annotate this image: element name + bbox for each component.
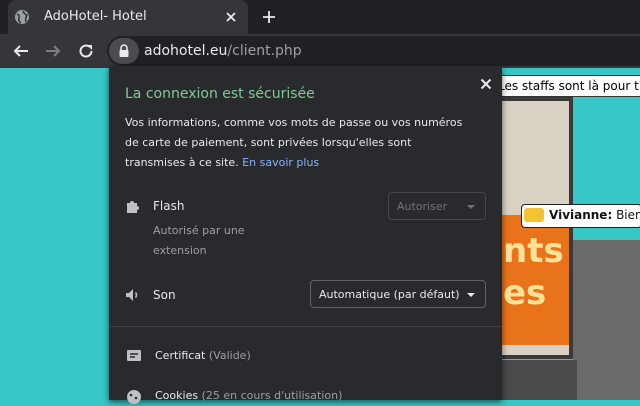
chevron-down-icon xyxy=(467,293,475,297)
chevron-down-icon xyxy=(467,205,475,209)
popup-title: La connexion est sécurisée xyxy=(125,86,315,102)
reload-icon[interactable] xyxy=(77,42,95,60)
sound-permission-select[interactable]: Automatique (par défaut) xyxy=(310,280,486,308)
url-path: /client.php xyxy=(227,43,302,59)
speaker-icon xyxy=(126,289,138,301)
url-domain: adohotel.eu xyxy=(144,43,228,59)
cookies-status: (25 en cours d'utilisation) xyxy=(201,389,343,402)
arrow-left-icon[interactable] xyxy=(12,42,30,60)
flash-label: Flash xyxy=(153,199,185,213)
cookies-row[interactable]: Cookies (25 en cours d'utilisation) xyxy=(155,389,342,402)
globe-icon xyxy=(15,10,29,24)
game-banner: Les staffs sont là pour t'ai xyxy=(497,75,640,97)
url-text[interactable]: adohotel.eu/client.php xyxy=(144,43,302,59)
certificate-row[interactable]: Certificat (Valide) xyxy=(155,349,251,362)
chat-message: Vivianne: Bienve xyxy=(549,204,640,226)
cookie-icon xyxy=(127,390,141,404)
close-icon[interactable] xyxy=(223,9,239,25)
cookies-label: Cookies xyxy=(155,389,199,402)
learn-more-link[interactable]: En savoir plus xyxy=(242,156,319,169)
lock-icon xyxy=(119,44,129,57)
game-brick-wall xyxy=(573,240,640,400)
flash-permission-select[interactable]: Autoriser xyxy=(388,192,486,220)
chat-avatar-icon xyxy=(524,208,544,222)
flash-sublabel: Autorisé par une extension xyxy=(153,224,245,257)
chat-text: Bienve xyxy=(616,208,640,222)
chat-name: Vivianne: xyxy=(549,208,613,222)
sound-select-value: Automatique (par défaut) xyxy=(319,288,460,301)
tab-title: AdoHotel- Hotel xyxy=(44,9,147,24)
arrow-right-icon[interactable] xyxy=(44,42,62,60)
puzzle-icon xyxy=(127,201,139,213)
popup-divider xyxy=(109,326,502,327)
certificate-status: (Valide) xyxy=(208,349,251,362)
certificate-icon xyxy=(127,350,141,361)
sound-label: Son xyxy=(153,288,176,302)
popup-description: Vos informations, comme vos mots de pass… xyxy=(125,113,475,173)
close-icon[interactable] xyxy=(478,76,494,92)
certificate-label: Certificat xyxy=(155,349,206,362)
game-poster-text: nts es xyxy=(503,231,564,313)
plus-icon[interactable] xyxy=(260,8,278,26)
game-floor xyxy=(497,360,577,400)
flash-select-value: Autoriser xyxy=(397,200,448,213)
